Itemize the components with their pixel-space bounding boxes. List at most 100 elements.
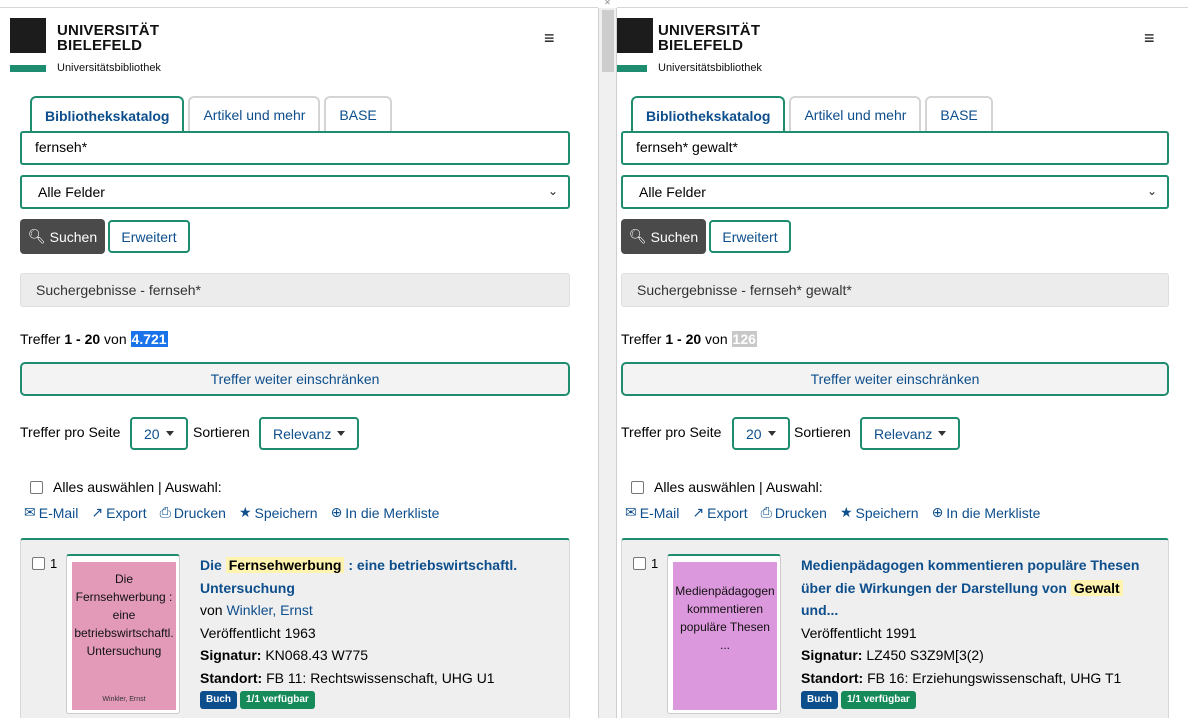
- result-title-link[interactable]: Medienpädagogen kommentieren populäre Th…: [801, 554, 1156, 622]
- email-action[interactable]: ✉ E-Mail: [625, 504, 679, 521]
- envelope-icon: ✉: [625, 504, 637, 520]
- add-to-list-action[interactable]: ⊕ In die Merkliste: [932, 504, 1041, 521]
- site-header: UNIVERSITÄT BIELEFELD Universitätsbiblio…: [0, 8, 598, 88]
- search-button-label: Suchen: [49, 228, 98, 245]
- standort-value: FB 11: Rechtswissenschaft, UHG U1: [262, 669, 495, 686]
- select-all-checkbox[interactable]: [30, 480, 43, 494]
- university-logo-icon[interactable]: [10, 18, 46, 53]
- save-action[interactable]: ★ Speichern: [840, 504, 919, 521]
- results-heading: Suchergebnisse - fernseh* gewalt*: [621, 273, 1169, 307]
- search-tabs: Bibliothekskatalog Artikel und mehr BASE: [30, 96, 392, 133]
- sort-label: Sortieren: [193, 424, 250, 440]
- library-name: Universitätsbibliothek: [57, 62, 161, 74]
- university-name-line1: UNIVERSITÄT: [658, 22, 761, 39]
- export-label: Export: [707, 504, 748, 521]
- hit-count-prefix: Treffer: [621, 331, 666, 347]
- plus-circle-icon: ⊕: [330, 504, 343, 520]
- refine-results-button[interactable]: Treffer weiter einschränken: [621, 362, 1169, 396]
- by-label: von: [200, 602, 227, 618]
- search-input[interactable]: fernseh* gewalt*: [621, 131, 1169, 165]
- result-actions: ✉ E-Mail ↗ Export ⎙ Drucken ★ Speichern ⊕ In …: [625, 504, 1040, 521]
- export-action[interactable]: ↗ Export: [91, 504, 146, 521]
- search-button[interactable]: 🔍︎ Suchen: [20, 219, 105, 254]
- availability-badge[interactable]: 1/1 verfügbar: [841, 691, 916, 709]
- field-select[interactable]: Alle Felder ⌄: [621, 175, 1169, 209]
- field-select[interactable]: Alle Felder ⌄: [20, 175, 570, 209]
- sort-dropdown[interactable]: Relevanz: [259, 417, 360, 450]
- result-checkbox[interactable]: [32, 557, 45, 570]
- hamburger-menu-icon[interactable]: ≡: [544, 28, 555, 49]
- hit-count-total: 126: [731, 331, 757, 347]
- star-icon: ★: [839, 504, 853, 520]
- select-all-checkbox[interactable]: [631, 480, 644, 494]
- site-header: UNIVERSITÄT BIELEFELD Universitätsbiblio…: [617, 8, 1188, 88]
- library-name: Universitätsbibliothek: [658, 62, 762, 74]
- cover-frame[interactable]: Die Fernsehwerbung : eine betriebswirtsc…: [66, 554, 180, 714]
- result-number: 1: [651, 556, 659, 571]
- university-name[interactable]: UNIVERSITÄT BIELEFELD: [658, 23, 760, 53]
- hit-count-of: von: [100, 331, 131, 347]
- print-action[interactable]: ⎙ Drucken: [761, 504, 827, 521]
- signatur-value: KN068.43 W775: [261, 647, 369, 663]
- result-item: 1 Die Fernsehwerbung : eine betriebswirt…: [20, 538, 570, 718]
- advanced-search-button[interactable]: Erweitert: [108, 220, 190, 253]
- hit-count-total: 4.721: [130, 331, 168, 347]
- title-highlight: Gewalt: [1070, 579, 1123, 596]
- author-link[interactable]: Winkler, Ernst: [226, 602, 312, 618]
- title-text-rest: und...: [801, 602, 839, 618]
- result-checkbox[interactable]: [633, 557, 646, 570]
- chevron-down-icon: ⌄: [547, 184, 558, 198]
- add-to-list-action[interactable]: ⊕ In die Merkliste: [331, 504, 440, 521]
- search-input[interactable]: fernseh*: [20, 131, 570, 165]
- tab-base[interactable]: BASE: [925, 96, 993, 132]
- per-page-dropdown[interactable]: 20: [732, 417, 790, 450]
- caret-down-icon: [165, 431, 174, 436]
- title-highlight: Fernsehwerbung: [225, 557, 345, 573]
- hit-count-prefix: Treffer: [20, 331, 65, 347]
- tab-bibliothekskatalog[interactable]: Bibliothekskatalog: [631, 96, 786, 133]
- scrollbar-thumb[interactable]: [602, 10, 614, 72]
- result-details: Die Fernsehwerbung : eine betriebswirtsc…: [200, 554, 545, 709]
- standort-label: Standort:: [200, 669, 263, 686]
- tab-base[interactable]: BASE: [324, 96, 392, 132]
- tab-artikel-und-mehr[interactable]: Artikel und mehr: [188, 96, 321, 132]
- cover-text: Die Fernsehwerbung : eine betriebswirtsc…: [74, 572, 174, 658]
- add-to-list-label: In die Merkliste: [345, 504, 440, 521]
- signatur-label: Signatur:: [200, 647, 262, 663]
- badges: Buch 1/1 verfügbar: [801, 691, 1156, 709]
- result-details: Medienpädagogen kommentieren populäre Th…: [801, 554, 1156, 709]
- per-page-dropdown[interactable]: 20: [130, 417, 188, 450]
- email-action[interactable]: ✉ E-Mail: [24, 504, 78, 521]
- cover-frame[interactable]: Medienpädagogen kommentieren populäre Th…: [667, 554, 781, 714]
- print-action[interactable]: ⎙ Drucken: [160, 504, 226, 521]
- availability-badge[interactable]: 1/1 verfügbar: [240, 691, 315, 709]
- cover-text: Medienpädagogen kommentieren populäre Th…: [675, 584, 775, 652]
- export-label: Export: [106, 504, 147, 521]
- signatur-value: LZ450 S3Z9M[3(2): [862, 647, 984, 663]
- refine-results-button[interactable]: Treffer weiter einschränken: [20, 362, 570, 396]
- advanced-search-button[interactable]: Erweitert: [709, 220, 791, 253]
- select-all-row: Alles auswählen | Auswahl:: [30, 479, 222, 495]
- field-select-value: Alle Felder: [38, 184, 105, 200]
- print-label: Drucken: [173, 504, 226, 521]
- tab-artikel-und-mehr[interactable]: Artikel und mehr: [789, 96, 922, 132]
- university-name[interactable]: UNIVERSITÄT BIELEFELD: [57, 23, 159, 53]
- badges: Buch 1/1 verfügbar: [200, 691, 545, 709]
- caret-down-icon: [938, 431, 947, 436]
- university-logo-icon[interactable]: [617, 18, 653, 53]
- tab-bibliothekskatalog[interactable]: Bibliothekskatalog: [30, 96, 185, 133]
- close-icon[interactable]: ✕: [598, 0, 617, 8]
- save-label: Speichern: [855, 504, 919, 521]
- sort-dropdown[interactable]: Relevanz: [860, 417, 961, 450]
- result-title-link[interactable]: Die Fernsehwerbung : eine betriebswirtsc…: [200, 554, 545, 599]
- book-cover: Medienpädagogen kommentieren populäre Th…: [673, 562, 777, 710]
- university-name-line2: BIELEFELD: [658, 37, 744, 54]
- book-cover: Die Fernsehwerbung : eine betriebswirtsc…: [72, 562, 176, 710]
- hamburger-menu-icon[interactable]: ≡: [1144, 28, 1155, 49]
- save-action[interactable]: ★ Speichern: [239, 504, 318, 521]
- standort-value: FB 16: Erziehungswissenschaft, UHG T1: [863, 669, 1122, 686]
- pane-scrollbar[interactable]: [598, 8, 617, 718]
- search-button[interactable]: 🔍︎ Suchen: [621, 219, 706, 254]
- export-action[interactable]: ↗ Export: [692, 504, 747, 521]
- email-label: E-Mail: [639, 504, 680, 521]
